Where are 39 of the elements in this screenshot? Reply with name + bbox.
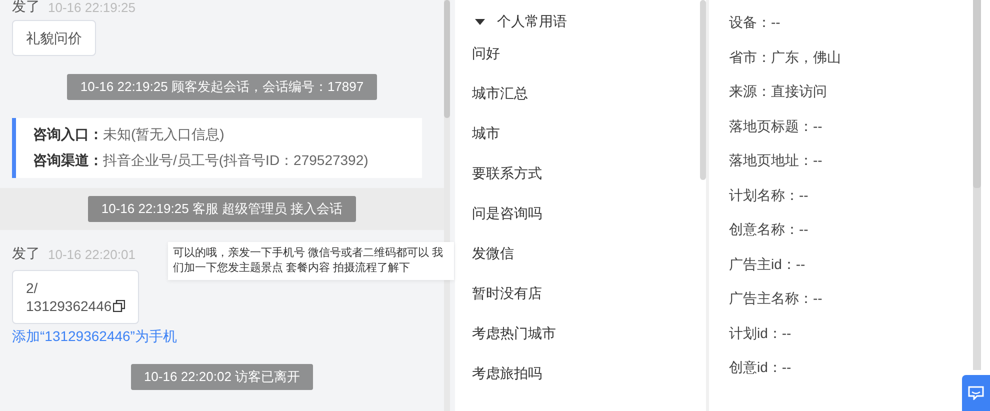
visitor-info-row: 计划id：-- bbox=[729, 324, 792, 340]
visitor-info-row: 创意id：-- bbox=[729, 359, 792, 375]
info-row-text: 咨询入口：未知(暂无入口信息) bbox=[33, 126, 226, 144]
phrase-item[interactable]: 要联系方式 bbox=[472, 154, 700, 194]
phrase-item[interactable]: 城市 bbox=[472, 114, 700, 154]
message-time: 10-16 22:19:25 bbox=[48, 0, 136, 14]
phrase-item[interactable]: 问好 bbox=[472, 34, 700, 74]
phrase-item[interactable]: 问是咨询吗 bbox=[472, 194, 700, 234]
phrase-item[interactable]: 发微信 bbox=[472, 234, 700, 274]
phrase-item[interactable]: 考虑热门城市 bbox=[472, 314, 700, 354]
visitor-info-row: 计划名称：-- bbox=[729, 186, 808, 202]
system-message: 10-16 22:19:25 顾客发起会话，会话编号：17897 bbox=[67, 74, 377, 100]
message-time: 10-16 22:20:01 bbox=[48, 246, 136, 262]
phrase-group[interactable]: 个人常用语 bbox=[472, 10, 700, 34]
visitor-info-row: 省市：广东，佛山 bbox=[729, 48, 841, 64]
scrollbar[interactable] bbox=[444, 0, 450, 411]
sender-name: 发了 bbox=[12, 0, 40, 16]
phrase-item[interactable]: 暂时没有店 bbox=[472, 274, 700, 314]
caret-icon bbox=[475, 19, 485, 25]
info-row-text: 咨询渠道：抖音企业号/员工号(抖音号ID：279527392) bbox=[33, 152, 370, 170]
chat-icon bbox=[968, 386, 984, 400]
visitor-info-row: 广告主id：-- bbox=[729, 256, 806, 272]
chat-button[interactable] bbox=[962, 375, 990, 411]
scrollbar[interactable] bbox=[973, 0, 981, 370]
system-message: 10-16 22:19:25 客服 超级管理员 接入会话 bbox=[88, 196, 356, 222]
message-tooltip: 可以的哦，亲发一下手机号 微信号或者二维码都可以 我们加一下您发主题景点 套餐内容 拍摄流程了解下 bbox=[168, 242, 454, 280]
visitor-info-row: 创意名称：-- bbox=[729, 221, 808, 237]
system-message: 10-16 22:20:02 访客已离开 bbox=[130, 364, 314, 390]
phrase-item[interactable]: 考虑旅拍吗 bbox=[472, 354, 700, 394]
phrase-item[interactable]: 城市汇总 bbox=[472, 74, 700, 114]
visitor-info-row: 落地页地址：-- bbox=[729, 152, 822, 168]
visitor-info-row: 广告主名称：-- bbox=[729, 290, 822, 306]
visitor-info-row: 来源：直接访问 bbox=[729, 83, 827, 99]
copy-icon[interactable] bbox=[112, 300, 125, 312]
visitor-info-row: 设备：-- bbox=[729, 14, 780, 30]
visitor-info-row: 落地页标题：-- bbox=[729, 118, 822, 134]
message-bubble: 礼貌问价 bbox=[12, 20, 96, 56]
sender-name: 发了 bbox=[12, 245, 40, 263]
message-bubble: 2/ 13129362446 bbox=[12, 270, 139, 324]
